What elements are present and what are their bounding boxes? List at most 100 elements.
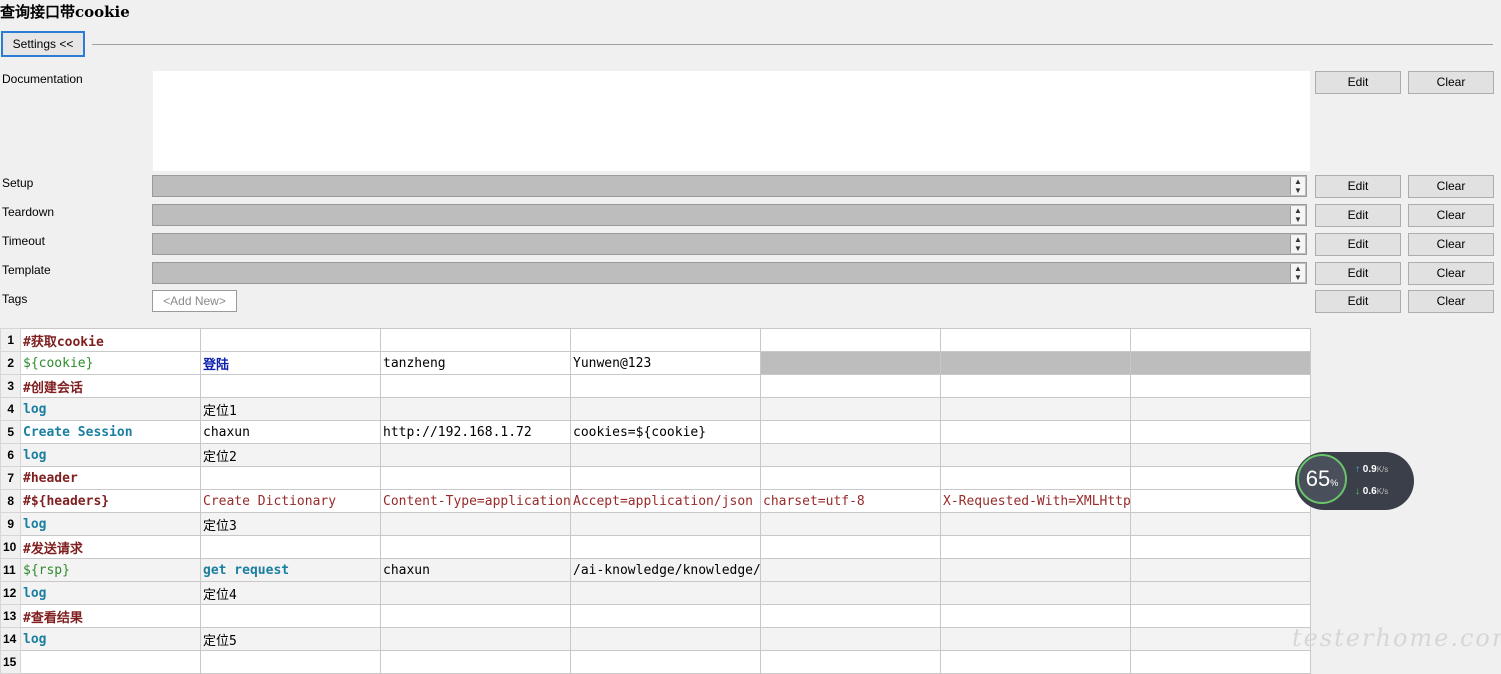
grid-cell[interactable]	[760, 650, 941, 674]
template-field[interactable]: ▲ ▼	[152, 262, 1307, 284]
setup-clear-button[interactable]: Clear	[1408, 175, 1494, 198]
teardown-edit-button[interactable]: Edit	[1315, 204, 1401, 227]
grid-cell[interactable]	[1130, 558, 1311, 582]
row-number[interactable]: 4	[0, 397, 21, 421]
grid-cell[interactable]: log	[20, 581, 201, 605]
grid-cell[interactable]	[380, 512, 571, 536]
tags-clear-button[interactable]: Clear	[1408, 290, 1494, 313]
grid-cell[interactable]: charset=utf-8	[760, 489, 941, 513]
grid-cell[interactable]	[940, 328, 1131, 352]
grid-cell[interactable]: #查看结果	[20, 604, 201, 628]
grid-cell[interactable]	[570, 466, 761, 490]
grid-cell[interactable]	[760, 604, 941, 628]
grid-cell[interactable]: Yunwen@123	[570, 351, 761, 375]
grid-cell[interactable]	[760, 512, 941, 536]
grid-cell[interactable]: get request	[200, 558, 381, 582]
grid-cell[interactable]: log	[20, 512, 201, 536]
grid-cell[interactable]: log	[20, 627, 201, 651]
grid-cell[interactable]	[570, 397, 761, 421]
grid-cell[interactable]	[200, 604, 381, 628]
grid-cell[interactable]	[940, 558, 1131, 582]
grid-cell[interactable]: chaxun	[380, 558, 571, 582]
spinner-arrows-icon[interactable]: ▲ ▼	[1290, 235, 1305, 253]
grid-cell[interactable]	[1130, 420, 1311, 444]
template-edit-button[interactable]: Edit	[1315, 262, 1401, 285]
grid-cell[interactable]	[760, 627, 941, 651]
grid-cell[interactable]	[760, 581, 941, 605]
grid-cell[interactable]	[1130, 581, 1311, 605]
grid-cell[interactable]	[940, 466, 1131, 490]
grid-cell[interactable]	[380, 535, 571, 559]
grid-cell[interactable]	[760, 374, 941, 398]
grid-cell[interactable]	[380, 374, 571, 398]
grid-cell[interactable]: ${rsp}	[20, 558, 201, 582]
grid-cell[interactable]: 定位4	[200, 581, 381, 605]
grid-cell[interactable]: log	[20, 443, 201, 467]
documentation-edit-button[interactable]: Edit	[1315, 71, 1401, 94]
row-number[interactable]: 14	[0, 627, 21, 651]
grid-cell[interactable]	[570, 512, 761, 536]
documentation-textarea[interactable]	[152, 70, 1311, 172]
grid-cell[interactable]: 定位2	[200, 443, 381, 467]
grid-cell[interactable]	[380, 627, 571, 651]
grid-cell[interactable]: #获取cookie	[20, 328, 201, 352]
row-number[interactable]: 9	[0, 512, 21, 536]
grid-cell[interactable]	[1130, 397, 1311, 421]
grid-cell[interactable]	[760, 397, 941, 421]
grid-cell[interactable]: Accept=application/json	[570, 489, 761, 513]
grid-cell[interactable]	[200, 328, 381, 352]
row-number[interactable]: 13	[0, 604, 21, 628]
grid-cell[interactable]	[570, 535, 761, 559]
row-number[interactable]: 12	[0, 581, 21, 605]
teardown-field[interactable]: ▲ ▼	[152, 204, 1307, 226]
grid-cell[interactable]	[380, 650, 571, 674]
grid-cell[interactable]: #${headers}	[20, 489, 201, 513]
grid-cell[interactable]: 定位1	[200, 397, 381, 421]
grid-cell[interactable]	[570, 650, 761, 674]
grid-cell[interactable]: #创建会话	[20, 374, 201, 398]
grid-cell[interactable]	[940, 420, 1131, 444]
grid-cell[interactable]: #发送请求	[20, 535, 201, 559]
grid-cell[interactable]	[760, 558, 941, 582]
row-number[interactable]: 3	[0, 374, 21, 398]
grid-cell[interactable]	[1130, 443, 1311, 467]
grid-cell[interactable]	[200, 466, 381, 490]
documentation-clear-button[interactable]: Clear	[1408, 71, 1494, 94]
grid-cell[interactable]: log	[20, 397, 201, 421]
add-new-tag-button[interactable]: <Add New>	[152, 290, 237, 312]
grid-cell[interactable]: Create Dictionary	[200, 489, 381, 513]
grid-cell[interactable]	[380, 328, 571, 352]
grid-cell[interactable]	[380, 443, 571, 467]
row-number[interactable]: 8	[0, 489, 21, 513]
row-number[interactable]: 1	[0, 328, 21, 352]
grid-cell[interactable]	[760, 351, 941, 375]
timeout-field[interactable]: ▲ ▼	[152, 233, 1307, 255]
grid-cell[interactable]	[1130, 604, 1311, 628]
tags-edit-button[interactable]: Edit	[1315, 290, 1401, 313]
grid-cell[interactable]: 定位3	[200, 512, 381, 536]
grid-cell[interactable]: chaxun	[200, 420, 381, 444]
grid-cell[interactable]	[570, 328, 761, 352]
grid-cell[interactable]	[940, 604, 1131, 628]
grid-cell[interactable]	[760, 535, 941, 559]
grid-cell[interactable]	[940, 374, 1131, 398]
row-number[interactable]: 2	[0, 351, 21, 375]
grid-cell[interactable]	[200, 374, 381, 398]
grid-cell[interactable]	[380, 581, 571, 605]
grid-cell[interactable]	[940, 627, 1131, 651]
spinner-arrows-icon[interactable]: ▲ ▼	[1290, 206, 1305, 224]
grid-cell[interactable]: 登陆	[200, 351, 381, 375]
grid-cell[interactable]: #header	[20, 466, 201, 490]
row-number[interactable]: 15	[0, 650, 21, 674]
row-number[interactable]: 7	[0, 466, 21, 490]
grid-cell[interactable]: /ai-knowledge/knowledge/	[570, 558, 761, 582]
grid-cell[interactable]	[940, 581, 1131, 605]
grid-cell[interactable]: Content-Type=application	[380, 489, 571, 513]
grid-cell[interactable]	[760, 443, 941, 467]
grid-cell[interactable]	[570, 443, 761, 467]
setup-edit-button[interactable]: Edit	[1315, 175, 1401, 198]
grid-cell[interactable]: X-Requested-With=XMLHttp	[940, 489, 1131, 513]
row-number[interactable]: 10	[0, 535, 21, 559]
grid-cell[interactable]	[200, 535, 381, 559]
grid-cell[interactable]	[940, 351, 1131, 375]
